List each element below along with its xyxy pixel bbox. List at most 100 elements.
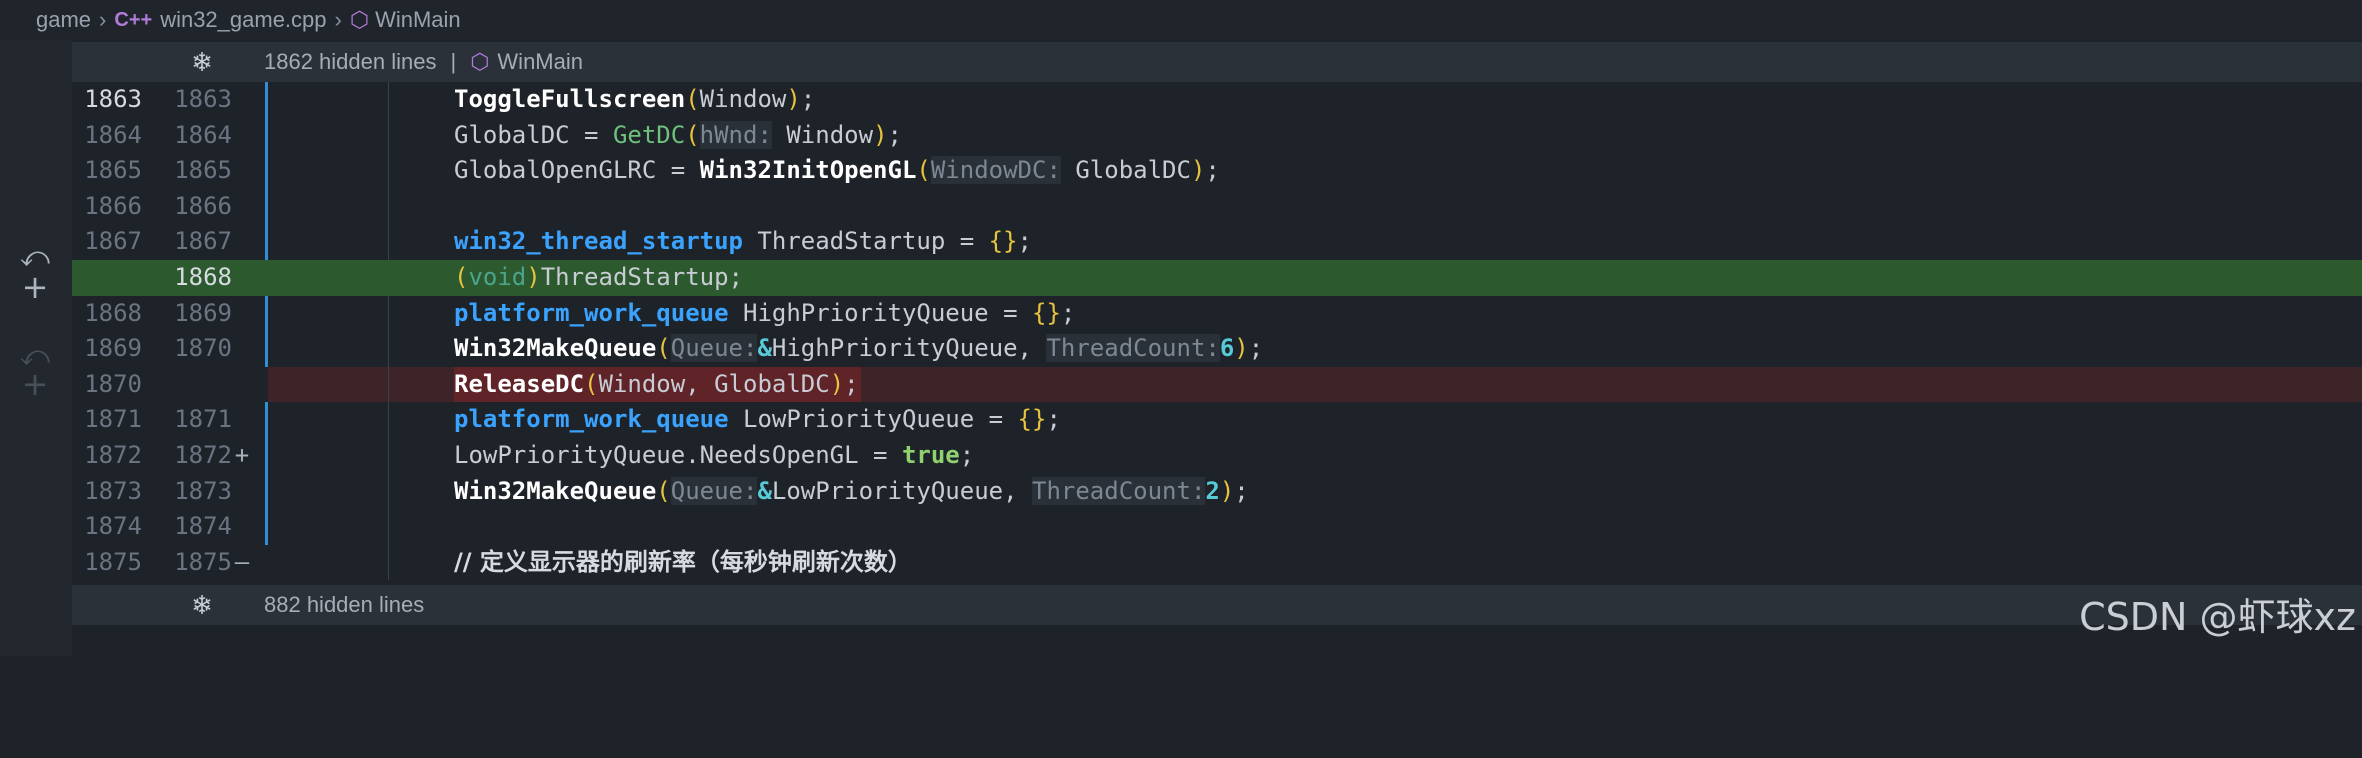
indent-guide bbox=[388, 82, 389, 118]
diff-indicator-bar bbox=[265, 295, 268, 332]
code-text: (void)ThreadStartup; bbox=[454, 262, 743, 291]
line-number-old: 1871 bbox=[84, 405, 142, 434]
line-number-new: 1868 bbox=[174, 262, 232, 291]
chevron-right-icon: › bbox=[334, 7, 342, 32]
line-number-new: 1875 bbox=[174, 547, 232, 576]
watermark: CSDN @虾球xz bbox=[2079, 595, 2356, 639]
line-number-old: 1863 bbox=[84, 85, 142, 113]
code-line[interactable]: 1871 1871 platform_work_queue LowPriorit… bbox=[72, 402, 2362, 438]
code-line[interactable]: 1864 1864 GlobalDC = GetDC(hWnd: Window)… bbox=[72, 117, 2362, 154]
diff-lines: 1863 1863 ToggleFullscreen(Window); 1864… bbox=[20, 82, 2362, 581]
line-number-old: 1872 bbox=[84, 440, 142, 469]
line-number-new: 1865 bbox=[174, 156, 232, 185]
code-line[interactable]: 1868 1869 platform_work_queue HighPriori… bbox=[72, 295, 2362, 332]
diff-indicator-bar bbox=[265, 331, 268, 367]
line-number-old: 1865 bbox=[84, 156, 142, 185]
line-number-old: 1864 bbox=[84, 120, 142, 149]
inlay-hint: ThreadCount: bbox=[1046, 334, 1220, 363]
code-line[interactable]: 1875 1875 // 定义显示器的刷新率（每秒钟刷新次数） bbox=[72, 544, 2362, 581]
line-number-new: 1871 bbox=[174, 405, 232, 434]
fold-symbol: WinMain bbox=[497, 49, 583, 74]
code-line[interactable]: 1873 1873 Win32MakeQueue(Queue:&LowPrior… bbox=[72, 473, 2362, 510]
indent-guide bbox=[388, 402, 389, 438]
breadcrumb: game › C++ win32_game.cpp › ⬡ WinMain bbox=[0, 0, 2362, 40]
cube-icon: ⬡ bbox=[349, 7, 370, 32]
code-text: win32_thread_startup ThreadStartup = {}; bbox=[454, 227, 1032, 256]
inlay-hint: Queue: bbox=[670, 476, 758, 505]
indent-guide bbox=[388, 366, 389, 403]
code-line[interactable]: 1863 1863 ToggleFullscreen(Window); bbox=[72, 82, 2362, 118]
indent-guide bbox=[388, 437, 389, 474]
indent-guide bbox=[388, 295, 389, 332]
code-line[interactable]: ⤺ 1869 1870 Win32MakeQueue(Queue:&HighPr… bbox=[20, 331, 2362, 371]
code-text: ToggleFullscreen(Window); bbox=[454, 85, 816, 113]
line-number-new: 1873 bbox=[174, 476, 232, 505]
code-text: platform_work_queue HighPriorityQueue = … bbox=[454, 298, 1076, 327]
fold-separator: | bbox=[450, 49, 457, 74]
diff-indicator-bar bbox=[265, 224, 268, 260]
indent-guide bbox=[388, 117, 389, 154]
diff-indicator-bar bbox=[265, 188, 268, 225]
line-number-old: 1868 bbox=[84, 298, 142, 327]
diff-indicator-bar bbox=[265, 402, 268, 438]
breadcrumb-item-file[interactable]: win32_game.cpp bbox=[160, 7, 326, 33]
code-text: GlobalDC = GetDC(hWnd: Window); bbox=[454, 120, 902, 149]
code-text: platform_work_queue LowPriorityQueue = {… bbox=[454, 405, 1061, 434]
line-number-new: 1872 bbox=[174, 440, 232, 469]
indent-guide bbox=[388, 509, 389, 545]
fold-region-top[interactable]: ❄ 1862 hidden lines | ⬡ WinMain bbox=[72, 42, 2362, 82]
line-number-old: 1866 bbox=[84, 191, 142, 220]
code-line[interactable]: 1872 1872 LowPriorityQueue.NeedsOpenGL =… bbox=[72, 437, 2362, 474]
inlay-hint: Queue: bbox=[670, 334, 758, 363]
line-number-old: 1873 bbox=[84, 476, 142, 505]
line-number-old: 1870 bbox=[84, 369, 142, 398]
stage-change-icon[interactable]: + bbox=[20, 368, 50, 400]
code-line[interactable]: 1874 1874 bbox=[72, 509, 2362, 545]
code-line-added[interactable]: ⤺ + 1868 + (void)ThreadStartup; bbox=[20, 241, 2362, 469]
code-line[interactable]: 1865 1865 GlobalOpenGLRC = Win32InitOpen… bbox=[72, 153, 2362, 189]
stage-change-icon[interactable]: + bbox=[20, 271, 50, 303]
breadcrumb-item-symbol[interactable]: WinMain bbox=[375, 7, 461, 33]
unfold-icon[interactable]: ❄ bbox=[188, 48, 216, 76]
code-line[interactable]: 1867 1867 win32_thread_startup ThreadSta… bbox=[72, 224, 2362, 260]
code-comment: // 定义显示器的刷新率（每秒钟刷新次数） bbox=[454, 547, 912, 576]
line-number-new: 1864 bbox=[174, 120, 232, 149]
line-number-new: 1874 bbox=[174, 512, 232, 541]
line-number-new: 1863 bbox=[174, 85, 232, 113]
code-text: GlobalOpenGLRC = Win32InitOpenGL(WindowD… bbox=[454, 156, 1220, 185]
code-line-removed[interactable]: + 1870 — ReleaseDC(Window, GlobalDC); bbox=[22, 366, 2362, 576]
code-text: Win32MakeQueue(Queue:&HighPriorityQueue,… bbox=[454, 334, 1264, 363]
line-number-new: 1867 bbox=[174, 227, 232, 256]
indent-guide bbox=[388, 153, 389, 189]
inlay-hint: ThreadCount: bbox=[1032, 476, 1206, 505]
hidden-lines-label: 1862 hidden lines bbox=[264, 49, 437, 74]
indent-guide bbox=[388, 544, 389, 581]
diff-indicator-bar bbox=[265, 117, 268, 154]
indent-guide bbox=[388, 473, 389, 510]
code-text: Win32MakeQueue(Queue:&LowPriorityQueue, … bbox=[454, 476, 1249, 505]
diff-indicator-bar bbox=[265, 437, 268, 474]
diff-indicator-bar bbox=[265, 153, 268, 189]
line-number-new: 1866 bbox=[174, 191, 232, 220]
indent-guide bbox=[388, 224, 389, 260]
diff-indicator-bar bbox=[265, 473, 268, 510]
code-text: LowPriorityQueue.NeedsOpenGL = true; bbox=[454, 440, 975, 469]
hidden-lines-label: 882 hidden lines bbox=[264, 592, 425, 617]
breadcrumb-item-game[interactable]: game bbox=[36, 7, 91, 33]
line-number-old: 1874 bbox=[84, 512, 142, 541]
diff-indicator-bar bbox=[265, 82, 268, 118]
line-number-old: 1867 bbox=[84, 227, 142, 256]
cpp-file-icon: C++ bbox=[114, 8, 153, 31]
inlay-hint: hWnd: bbox=[699, 120, 772, 149]
line-number-new: 1870 bbox=[174, 334, 232, 363]
cube-icon: ⬡ bbox=[470, 49, 490, 74]
unfold-icon[interactable]: ❄ bbox=[188, 591, 216, 619]
indent-guide bbox=[388, 331, 389, 367]
line-number-old: 1869 bbox=[84, 334, 142, 363]
indent-guide bbox=[388, 188, 389, 225]
line-number-old: 1875 bbox=[84, 547, 142, 576]
code-line[interactable]: 1866 1866 bbox=[72, 188, 2362, 225]
code-text: ReleaseDC(Window, GlobalDC); bbox=[454, 366, 861, 403]
line-number-new: 1869 bbox=[174, 298, 232, 327]
fold-region-bottom[interactable]: ❄ 882 hidden lines bbox=[72, 585, 2362, 625]
